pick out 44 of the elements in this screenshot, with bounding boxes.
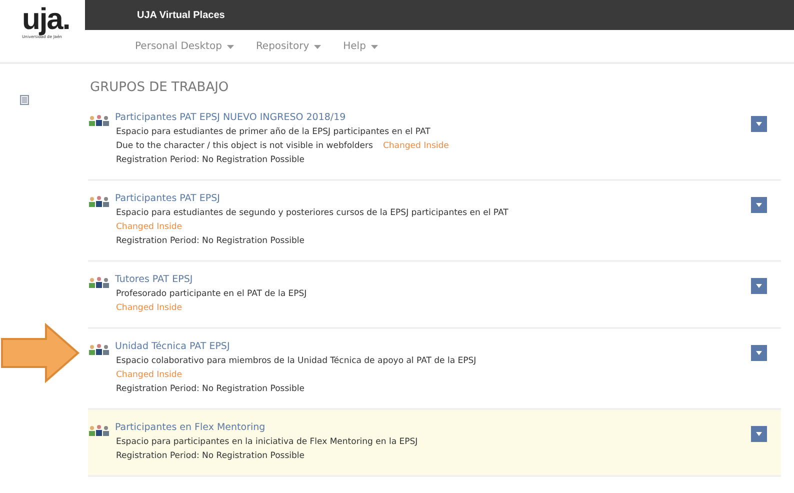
sidebar-toggle-icon[interactable] [20,95,29,105]
registration-text: Registration Period: No Registration Possible [116,155,306,165]
status-text: Changed Inside [116,222,183,232]
status-text: Changed Inside [382,141,449,151]
nav-menu[interactable]: Personal Desktop [135,41,234,52]
registration-text: Registration Period: No Registration Possible [116,451,306,461]
group-link[interactable]: Participantes PAT EPSJ [115,193,751,204]
registration-text: Registration Period: No Registration Possible [116,236,306,246]
dropdown-button[interactable] [751,116,767,132]
caret-icon [756,203,762,207]
group-link[interactable]: Participantes PAT EPSJ NUEVO INGRESO 2018/19 [115,112,751,123]
group-description: Espacio para participantes en la iniciativa de Flex Mentoring en la EPSJ [116,437,419,447]
dropdown-button[interactable] [751,345,767,361]
group-link[interactable]: Participantes en Flex Mentoring [115,422,751,433]
group-icon [88,276,110,288]
caret-icon [756,284,762,288]
group-description: Profesorado participante en el PAT de la EPSJ [116,289,308,299]
dropdown-button[interactable] [751,197,767,213]
group-link[interactable]: Tutores PAT EPSJ [115,274,751,285]
group-icon [88,195,110,207]
group-link[interactable]: Unidad Técnica PAT EPSJ [115,341,751,352]
group-icon [88,114,110,126]
section-heading: GRUPOS DE TRABAJO [89,79,230,97]
nav-menu[interactable]: Help [343,41,378,52]
caret-icon [756,432,762,436]
group-description: Espacio para estudiantes de segundo y posteriores cursos de la EPSJ participantes en el PAT [116,208,510,218]
logo-text: uja. [22,6,70,34]
nav-menu[interactable]: Repository [256,41,322,52]
status-text: Changed Inside [116,370,183,380]
group-icon [88,424,110,436]
dropdown-button[interactable] [751,426,767,442]
notice-text: Due to the character / this object is not visible in webfolders [116,141,373,151]
site-title: UJA Virtual Places [137,10,225,20]
group-description: Espacio colaborativo para miembros de la Unidad Técnica de apoyo al PAT de la EPSJ [116,356,478,366]
caret-icon [756,351,762,355]
dropdown-button[interactable] [751,278,767,294]
caret-icon [226,44,234,48]
caret-icon [756,122,762,126]
status-text: Changed Inside [116,303,183,313]
group-icon [88,343,110,355]
group-description: Espacio para estudiantes de primer año de la EPSJ participantes en el PAT [116,127,432,137]
registration-text: Registration Period: No Registration Possible [116,384,306,394]
caret-icon [314,44,322,48]
caret-icon [370,44,378,48]
